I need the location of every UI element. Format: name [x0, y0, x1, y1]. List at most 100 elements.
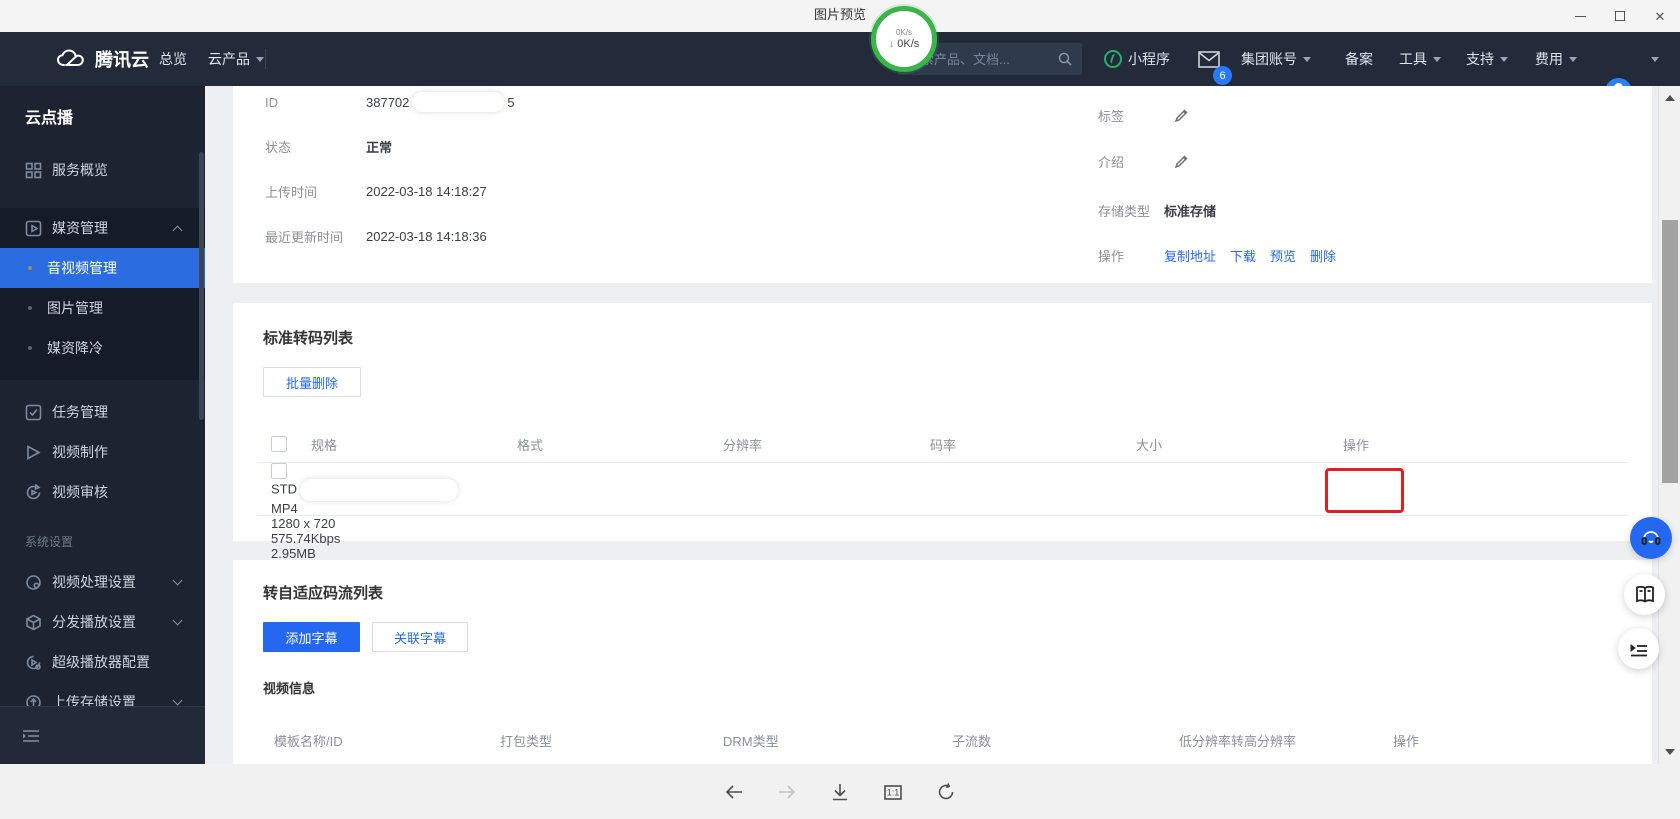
download-link[interactable]: 下载 [1230, 246, 1256, 265]
col-bitrate: 码率 [930, 435, 1136, 454]
search-icon[interactable] [1057, 51, 1073, 67]
sidebar-item-av-management[interactable]: 音视频管理 [0, 248, 205, 288]
nav-overview[interactable]: 总览 [159, 32, 187, 86]
chevron-down-icon [1303, 57, 1311, 62]
adaptive-table-header: 模板名称/ID 打包类型 DRM类型 子流数 低分辨率转高分辨率 操作 [233, 730, 1652, 750]
nav-billing[interactable]: 费用 [1535, 32, 1577, 86]
rotate-button[interactable] [933, 779, 959, 805]
chevron-down-icon [173, 696, 183, 706]
forward-button[interactable] [774, 779, 800, 805]
link-subtitle-button[interactable]: 关联字幕 [372, 622, 468, 652]
sidebar-item-distribution-settings[interactable]: 分发播放设置 [0, 602, 205, 642]
docs-fab[interactable] [1624, 574, 1665, 615]
network-speed-widget[interactable]: 0K/s ↓ 0K/s [871, 6, 937, 72]
back-arrow-icon [723, 781, 745, 803]
intro-label: 介绍 [1098, 152, 1124, 171]
col-size: 大小 [1136, 435, 1343, 454]
rotate-icon [935, 781, 957, 803]
row-resolution: 1280 x 720 [271, 516, 1652, 531]
col-drm-type: DRM类型 [723, 731, 952, 750]
scroll-up-arrow[interactable] [1659, 88, 1680, 108]
chevron-down-icon [1651, 57, 1659, 62]
col-resolution: 分辨率 [723, 435, 930, 454]
nav-group-account[interactable]: 集团账号 [1241, 32, 1311, 86]
sidebar-scrollbar-thumb[interactable] [199, 152, 204, 420]
maximize-button[interactable] [1600, 0, 1640, 32]
download-button[interactable] [827, 779, 853, 805]
collapse-sidebar-icon[interactable] [22, 729, 40, 743]
sidebar-item-video-processing-settings[interactable]: 视频处理设置 [0, 562, 205, 602]
delete-link[interactable]: 删除 [1310, 246, 1336, 265]
nav-separator [265, 49, 266, 69]
col-substreams: 子流数 [952, 731, 1179, 750]
down-arrow-icon: ↓ [889, 38, 895, 50]
chevron-down-icon [256, 57, 264, 62]
top-nav: 腾讯云 总览 云产品 小程序 6 集团账号 备案 工具 支持 费用 [0, 32, 1680, 86]
nav-tools[interactable]: 工具 [1399, 32, 1441, 86]
viewer-toolbar: 1:1 [0, 764, 1680, 819]
sidebar-item-image-management[interactable]: 图片管理 [0, 288, 205, 328]
support-fab[interactable] [1630, 517, 1672, 559]
brand-name: 腾讯云 [95, 46, 149, 72]
nav-miniprogram[interactable]: 小程序 [1104, 32, 1170, 86]
bullet-dot [28, 346, 32, 350]
status-label: 状态 [265, 137, 291, 156]
sidebar-item-task-management[interactable]: 任务管理 [0, 392, 205, 432]
status-value: 正常 [366, 137, 392, 156]
upload-time-value: 2022-03-18 14:18:27 [366, 184, 487, 199]
detail-operations: 复制地址 下载 预览 删除 [1164, 245, 1336, 265]
add-subtitle-button[interactable]: 添加字幕 [263, 622, 360, 652]
media-icon [25, 220, 42, 237]
row-spec: STD [271, 479, 1652, 501]
mail-icon [1198, 51, 1220, 68]
sidebar-item-superplayer-config[interactable]: 超级播放器配置 [0, 642, 205, 682]
account-menu-toggle[interactable] [1645, 32, 1659, 86]
brand-logo[interactable]: 腾讯云 [56, 32, 149, 86]
edit-pencil-icon[interactable] [1174, 154, 1189, 169]
distribution-icon [25, 614, 42, 631]
sidebar-item-service-overview[interactable]: 服务概览 [0, 150, 205, 190]
forward-arrow-icon [776, 781, 798, 803]
chevron-up-icon [173, 226, 183, 236]
download-icon [829, 781, 851, 803]
select-all-checkbox[interactable] [271, 436, 287, 452]
close-button[interactable]: ✕ [1640, 0, 1680, 32]
sidebar-item-media-management[interactable]: 媒资管理 [0, 208, 205, 248]
row-format: MP4 [271, 501, 1652, 516]
window-controls: ✕ [1560, 0, 1680, 32]
transcode-list-title: 标准转码列表 [263, 327, 353, 348]
nav-products[interactable]: 云产品 [208, 32, 264, 86]
sidebar-item-video-review[interactable]: 视频审核 [0, 472, 205, 512]
minimize-button[interactable] [1560, 0, 1600, 32]
nav-beian[interactable]: 备案 [1345, 32, 1373, 86]
back-button[interactable] [721, 779, 747, 805]
row-checkbox[interactable] [271, 463, 287, 479]
nav-support[interactable]: 支持 [1466, 32, 1508, 86]
book-icon [1634, 584, 1656, 606]
ratio-1-1-icon: 1:1 [882, 781, 904, 803]
media-id-suffix: 5 [507, 95, 514, 110]
chevron-down-icon [1500, 57, 1508, 62]
svg-text:1:1: 1:1 [887, 787, 900, 797]
actual-size-button[interactable]: 1:1 [880, 779, 906, 805]
col-spec: 规格 [311, 435, 517, 454]
table-divider [257, 515, 1628, 516]
main-content: ID 3877025 状态 正常 上传时间 2022-03-18 14:18:2… [205, 86, 1680, 764]
chevron-down-icon [173, 616, 183, 626]
batch-delete-button[interactable]: 批量删除 [263, 367, 361, 397]
adaptive-stream-card: 转自适应码流列表 添加字幕 关联字幕 视频信息 模板名称/ID 打包类型 DRM… [233, 560, 1652, 764]
feedback-list-icon [1628, 638, 1650, 660]
sidebar: 云点播 服务概览 媒资管理 音视频管理 图片管理 [0, 86, 205, 764]
preview-link[interactable]: 预览 [1270, 246, 1296, 265]
feedback-fab[interactable] [1618, 628, 1659, 669]
bullet-dot [28, 266, 32, 270]
scroll-down-arrow[interactable] [1659, 742, 1680, 762]
play-outline-icon [25, 444, 42, 461]
copy-url-link[interactable]: 复制地址 [1164, 246, 1216, 265]
page-scrollbar[interactable] [1658, 86, 1680, 764]
scrollbar-thumb[interactable] [1662, 220, 1678, 483]
edit-pencil-icon[interactable] [1174, 108, 1189, 123]
tencent-cloud-icon [56, 48, 86, 70]
sidebar-item-video-production[interactable]: 视频制作 [0, 432, 205, 472]
sidebar-item-media-cooling[interactable]: 媒资降冷 [0, 328, 205, 368]
